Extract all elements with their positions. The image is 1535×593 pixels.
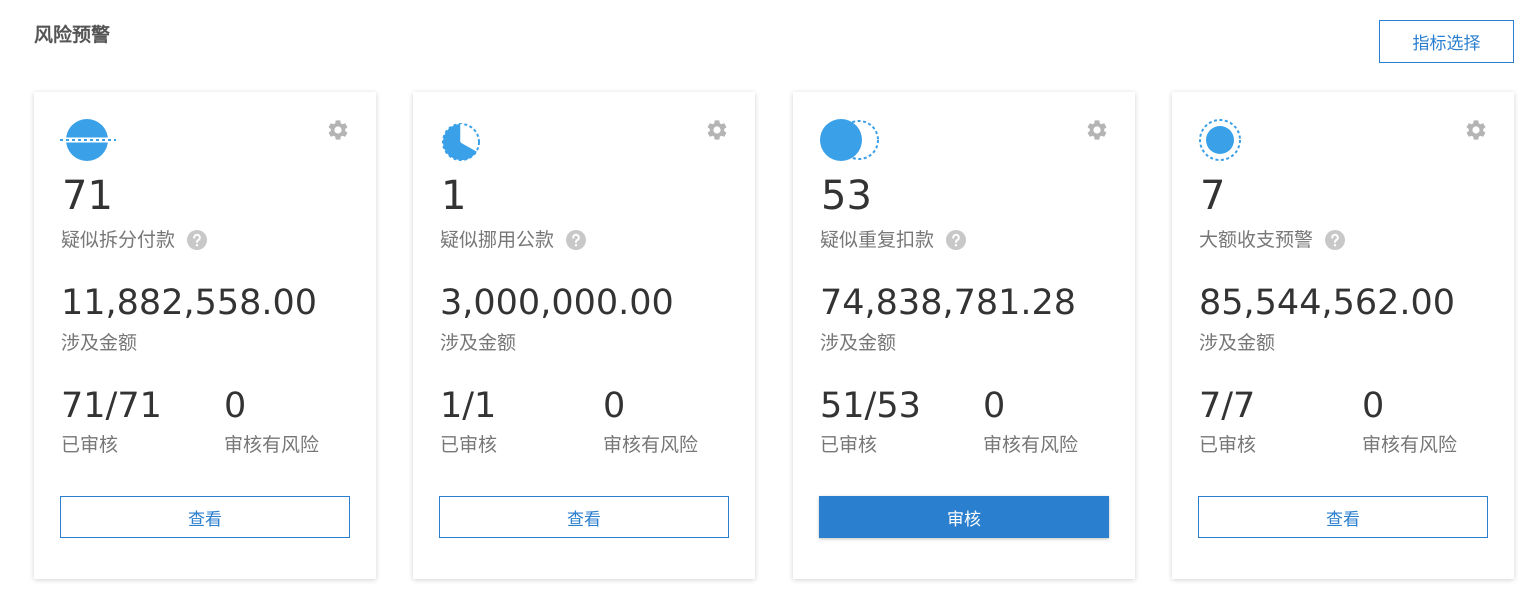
warning-count: 71 [62,173,113,219]
amount-label: 涉及金额 [440,332,517,354]
risk-label: 审核有风险 [603,434,699,456]
help-icon[interactable] [946,230,967,250]
view-button[interactable]: 查看 [439,496,729,538]
metric-name-label: 大额收支预警 [1199,229,1314,251]
indicator-select-button[interactable]: 指标选择 [1379,20,1514,63]
metric-name: 疑似挪用公款 [440,226,587,254]
risk-card-duplicate-deduction: 53 疑似重复扣款 74,838,781.28 涉及金额 51/53 已审核 0… [793,92,1135,579]
amount-label: 涉及金额 [61,332,138,354]
amount-value: 3,000,000.00 [440,283,674,323]
review-button[interactable]: 审核 [819,496,1109,538]
risk-value: 0 [983,386,1006,426]
amount-label: 涉及金额 [820,332,897,354]
reviewed-value: 71/71 [61,386,162,426]
risk-value: 0 [224,386,247,426]
risk-value: 0 [603,386,626,426]
view-button[interactable]: 查看 [1198,496,1488,538]
reviewed-value: 51/53 [820,386,921,426]
warning-count: 1 [441,173,467,219]
risk-value: 0 [1362,386,1385,426]
risk-card-large-transaction: 7 大额收支预警 85,544,562.00 涉及金额 7/7 已审核 0 审核… [1172,92,1514,579]
gear-icon[interactable] [1464,118,1488,142]
metric-name: 疑似拆分付款 [61,226,208,254]
warning-count: 53 [821,173,872,219]
help-icon[interactable] [1325,230,1346,250]
page-title: 风险预警 [34,24,111,46]
risk-label: 审核有风险 [224,434,320,456]
amount-value: 74,838,781.28 [820,283,1077,323]
pie-slice-icon [442,123,480,161]
gear-icon[interactable] [326,118,350,142]
risk-card-split-payment: 71 疑似拆分付款 11,882,558.00 涉及金额 71/71 已审核 0… [34,92,376,579]
gear-icon[interactable] [1085,118,1109,142]
reviewed-label: 已审核 [61,434,119,456]
risk-card-misappropriation: 1 疑似挪用公款 3,000,000.00 涉及金额 1/1 已审核 0 审核有… [413,92,755,579]
split-circle-icon [60,119,116,161]
reviewed-value: 7/7 [1199,386,1256,426]
risk-label: 审核有风险 [983,434,1079,456]
risk-label: 审核有风险 [1362,434,1458,456]
metric-name-label: 疑似拆分付款 [61,229,176,251]
metric-name-label: 疑似挪用公款 [440,229,555,251]
amount-value: 85,544,562.00 [1199,283,1456,323]
reviewed-value: 1/1 [440,386,497,426]
amount-label: 涉及金额 [1199,332,1276,354]
reviewed-label: 已审核 [440,434,498,456]
reviewed-label: 已审核 [1199,434,1257,456]
metric-name: 疑似重复扣款 [820,226,967,254]
amount-value: 11,882,558.00 [61,283,318,323]
gear-icon[interactable] [705,118,729,142]
target-circle-icon [1199,119,1241,161]
warning-count: 7 [1200,173,1226,219]
help-icon[interactable] [566,230,587,250]
help-icon[interactable] [187,230,208,250]
reviewed-label: 已审核 [820,434,878,456]
metric-name-label: 疑似重复扣款 [820,229,935,251]
view-button[interactable]: 查看 [60,496,350,538]
metric-name: 大额收支预警 [1199,226,1346,254]
duplicate-circle-icon [820,119,879,161]
